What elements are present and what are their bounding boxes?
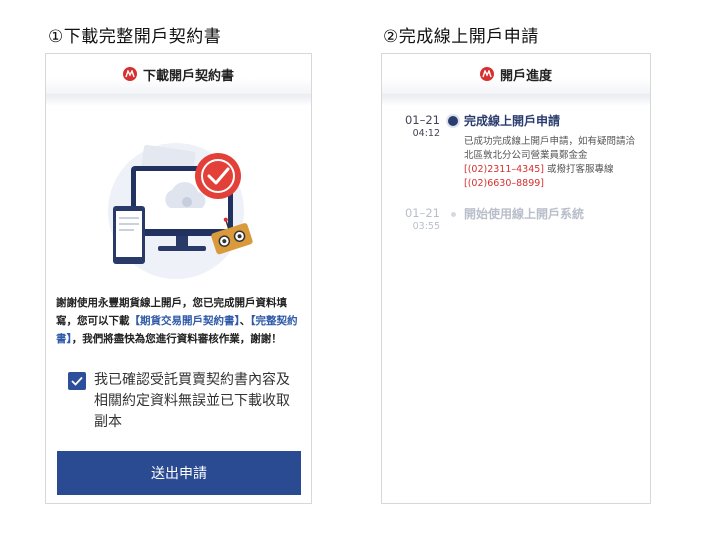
timeline-date: 01–21 04:12 [404,113,440,140]
brand-logo-icon [122,67,137,81]
service-phone-link[interactable]: [(02)6630–8899] [464,178,544,189]
brand-logo-icon [479,67,494,81]
application-progress-screen: 開戶進度 01–21 04:12 完成線上開戶申請 已成功完成線上開戶申請，如有… [381,53,651,504]
completion-message: 謝謝使用永豐期貨線上開戶，您已完成開戶資料填寫，您可以下載【期貨交易開戶契約書】… [56,297,298,345]
agreement-checkbox[interactable] [68,372,86,390]
step-2-title: ②完成線上開戶申請 [383,27,539,47]
futures-contract-link[interactable]: 【期貨交易開戶契約書】 [130,315,240,327]
screen-title: 開戶進度 [499,68,552,84]
submit-application-button[interactable]: 送出申請 [57,451,301,495]
checkmark-icon [71,376,83,386]
timeline-dot-icon [448,116,458,126]
contract-complete-illustration [108,143,253,279]
branch-phone-link[interactable]: [(02)2311–4345] [464,164,544,175]
timeline-title: 開始使用線上開戶系統 [464,207,585,221]
screen-title: 下載開戶契約書 [142,68,234,84]
timeline-date: 01–21 03:55 [404,206,440,233]
screen-header: 下載開戶契約書 [46,54,311,94]
screen-header: 開戶進度 [382,54,650,94]
timeline-description: 已成功完成線上開戶申請，如有疑問請洽北區敦北分公司營業員鄭金金 [(02)231… [464,136,636,189]
step-1-title: ①下載完整開戶契約書 [48,27,222,47]
agreement-label: 我已確認受託買賣契約書內容及相關約定資料無誤並已下載收取副本 [94,372,290,430]
download-contract-screen: 下載開戶契約書 謝謝使用永豐期貨線上開戶，您已完成開戶資料填寫，您可以下載【期貨 [45,53,312,504]
timeline-dot-icon [451,212,456,217]
agreement-checkbox-row[interactable]: 我已確認受託買賣契約書內容及相關約定資料無誤並已下載收取副本 [68,370,298,433]
timeline-title: 完成線上開戶申請 [464,114,561,128]
